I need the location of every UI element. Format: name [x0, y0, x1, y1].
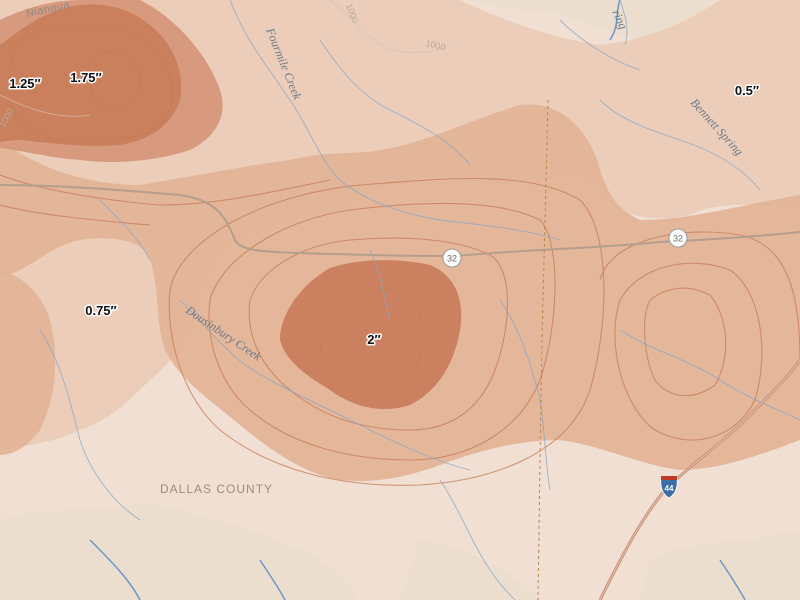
amount-label-1-75: 1.75″ 1.75″ [69, 69, 104, 87]
route-32-west-shield: 32 [442, 248, 462, 268]
svg-text:44: 44 [665, 484, 674, 493]
county-label: DALLAS COUNTY [160, 482, 273, 496]
amount-label-1-25: 1.25″ 1.25″ [8, 75, 43, 93]
svg-text:32: 32 [673, 234, 683, 244]
amount-label-0-5: 0.5″ 0.5″ [733, 82, 760, 100]
svg-text:1.25″: 1.25″ [9, 76, 41, 91]
amount-label-0-75: 0.75″ 0.75″ [84, 302, 119, 320]
svg-text:32: 32 [447, 254, 457, 264]
svg-text:2″: 2″ [367, 332, 380, 347]
amount-label-2: 2″ 2″ [366, 331, 382, 349]
route-32-east-shield: 32 [668, 228, 688, 248]
precipitation-map[interactable]: 32 32 44 Niangua ring Fourmile Creek Ben… [0, 0, 800, 600]
svg-text:1.75″: 1.75″ [70, 70, 102, 85]
svg-text:0.5″: 0.5″ [735, 83, 759, 98]
svg-text:0.75″: 0.75″ [85, 303, 117, 318]
